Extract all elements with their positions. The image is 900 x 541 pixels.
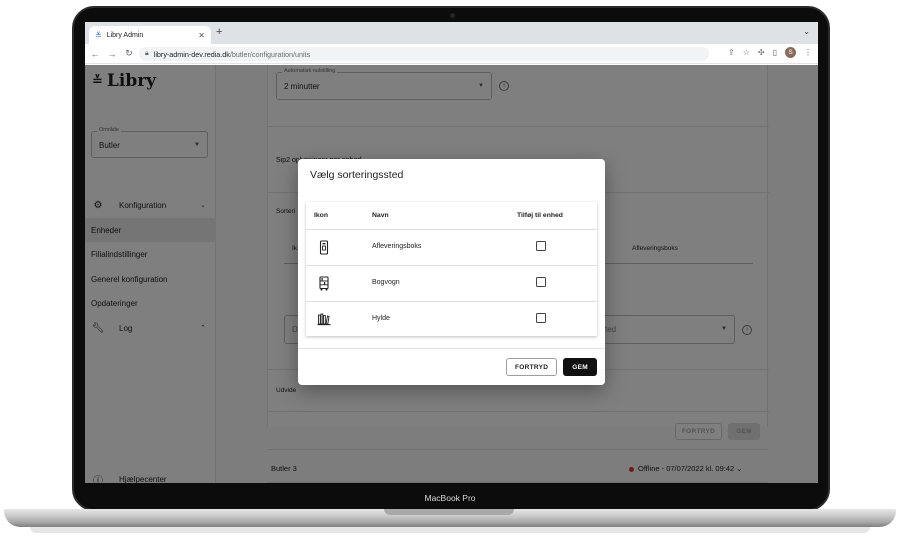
- toolbar-actions: ⇪ ☆ ✣ ▯ S ⋮: [728, 47, 812, 58]
- tab-title: Libry Admin: [106, 31, 144, 39]
- reload-icon[interactable]: ↻: [122, 48, 136, 59]
- table-row: Hylde: [306, 301, 597, 337]
- book-cart-icon: [319, 276, 329, 291]
- laptop-notch: [384, 509, 514, 515]
- header-name: Navn: [372, 212, 389, 219]
- dialog-actions: FORTRYD GEM: [506, 358, 597, 376]
- browser-tabbar: ≚ Libry Admin ✕ + ⌄: [85, 22, 818, 44]
- table-row: Afleveringsboks: [306, 229, 597, 265]
- shelf-icon: [317, 313, 331, 326]
- dropbox-icon: [319, 240, 329, 255]
- browser-tab[interactable]: ≚ Libry Admin ✕: [89, 26, 211, 44]
- sorting-table: Ikon Navn Tilføj til enhed Afleveringsbo…: [306, 202, 597, 336]
- camera: [450, 13, 455, 18]
- address-bar[interactable]: 🔒︎ libry-admin-dev.redia.dk/butler/confi…: [139, 47, 709, 61]
- select-sorting-dialog: Vælg sorteringssted Ikon Navn Tilføj til…: [298, 159, 605, 385]
- add-checkbox[interactable]: [536, 277, 546, 287]
- bookmark-star-icon[interactable]: ☆: [743, 48, 750, 57]
- header-add: Tilføj til enhed: [517, 212, 563, 219]
- menu-kebab-icon[interactable]: ⋮: [804, 48, 812, 57]
- table-row: Bogvogn: [306, 265, 597, 301]
- extensions-icon[interactable]: ✣: [758, 48, 765, 57]
- url-path: /butler/configuration/units: [229, 49, 311, 59]
- dialog-title: Vælg sorteringssted: [310, 169, 404, 181]
- app: ≚ Libry Område Butler ▼ ⚙ Konfiguration …: [85, 65, 818, 483]
- divider: [298, 348, 605, 349]
- screen: ≚ Libry Admin ✕ + ⌄ ← → ↻ 🔒︎ libry-admin…: [85, 22, 818, 483]
- laptop-shadow: [30, 527, 870, 533]
- profile-avatar[interactable]: S: [785, 47, 796, 58]
- new-tab-icon[interactable]: +: [216, 26, 222, 38]
- share-icon[interactable]: ⇪: [728, 48, 735, 57]
- row-name: Hylde: [372, 315, 390, 322]
- lock-icon: 🔒︎: [145, 50, 149, 57]
- add-checkbox[interactable]: [536, 241, 546, 251]
- tab-search-icon[interactable]: ⌄: [803, 27, 810, 36]
- back-icon[interactable]: ←: [88, 49, 102, 59]
- url-host: libry-admin-dev.redia.dk: [153, 49, 230, 59]
- forward-icon[interactable]: →: [105, 49, 119, 59]
- stage: ≚ Libry Admin ✕ + ⌄ ← → ↻ 🔒︎ libry-admin…: [0, 0, 900, 541]
- sidepanel-icon[interactable]: ▯: [773, 48, 777, 57]
- tab-close-icon[interactable]: ✕: [198, 31, 205, 40]
- header-icon: Ikon: [314, 212, 328, 219]
- row-name: Afleveringsboks: [372, 243, 422, 250]
- device-label: MacBook Pro: [424, 493, 476, 503]
- cancel-button[interactable]: FORTRYD: [506, 358, 558, 376]
- save-button[interactable]: GEM: [563, 358, 597, 376]
- add-checkbox[interactable]: [536, 313, 546, 323]
- libry-favicon-icon: ≚: [95, 30, 102, 40]
- browser-toolbar: ← → ↻ 🔒︎ libry-admin-dev.redia.dk/butler…: [85, 44, 818, 64]
- row-name: Bogvogn: [372, 279, 400, 286]
